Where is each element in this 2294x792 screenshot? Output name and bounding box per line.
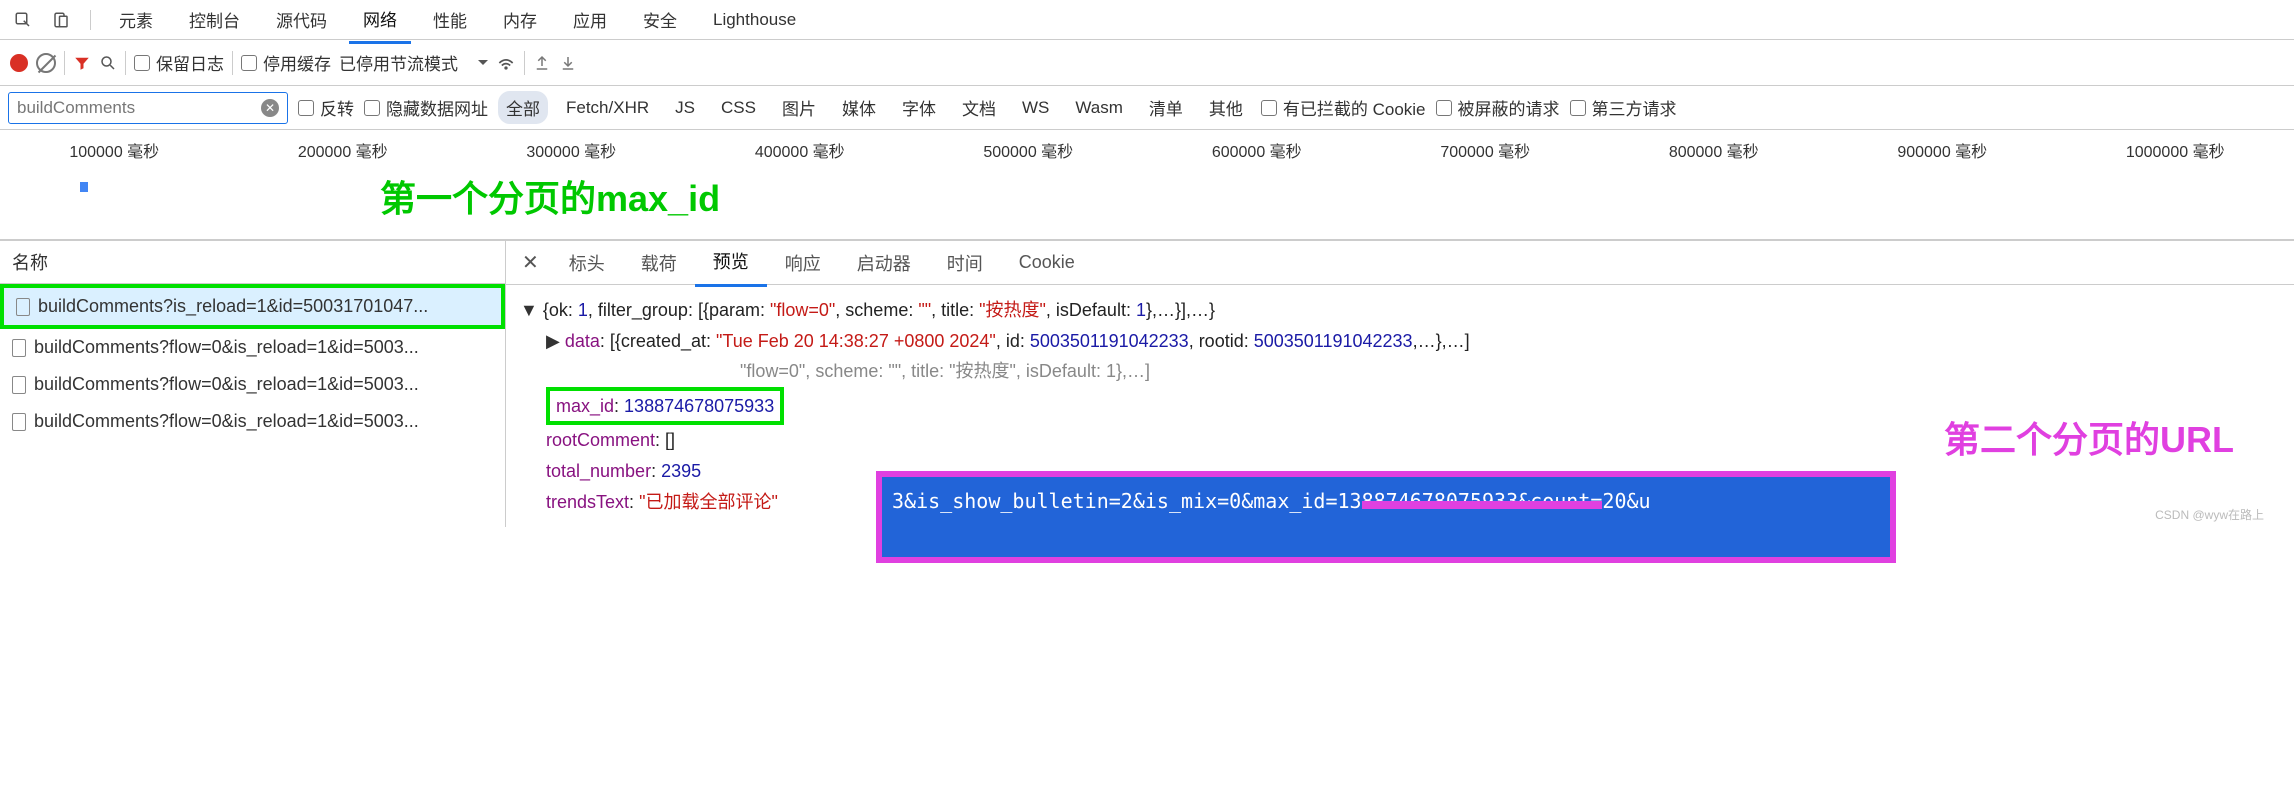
request-detail-panel: ✕ 标头 载荷 预览 响应 启动器 时间 Cookie ▼ {ok: 1, fi… [506, 241, 2294, 527]
filter-font[interactable]: 字体 [894, 91, 944, 124]
blocked-cookies-checkbox[interactable]: 有已拦截的 Cookie [1261, 95, 1426, 120]
url-selection-highlight: 3&is_show_bulletin=2&is_mix=0&max_id=138… [876, 471, 1896, 563]
file-icon [16, 298, 30, 316]
timeline-request-mark [80, 182, 88, 192]
file-icon [12, 339, 26, 357]
filter-img[interactable]: 图片 [774, 91, 824, 124]
request-row[interactable]: buildComments?flow=0&is_reload=1&id=5003… [0, 403, 505, 440]
timeline-label: 800000 毫秒 [1669, 138, 1759, 162]
annotation-first-page-max-id: 第一个分页的max_id [380, 170, 720, 222]
network-toolbar: 保留日志 停用缓存 已停用节流模式 [0, 40, 2294, 86]
throttling-selector[interactable]: 已停用节流模式 [339, 50, 488, 75]
file-icon [12, 413, 26, 431]
timeline-overview[interactable]: 100000 毫秒 200000 毫秒 300000 毫秒 400000 毫秒 … [0, 130, 2294, 240]
record-button-icon[interactable] [10, 54, 28, 72]
request-list-panel: 名称 buildComments?is_reload=1&id=50031701… [0, 241, 506, 527]
search-icon[interactable] [99, 54, 117, 72]
timeline-label: 200000 毫秒 [298, 138, 388, 162]
tab-performance[interactable]: 性能 [419, 0, 481, 42]
watermark: CSDN @wyw在路上 [2155, 506, 2264, 523]
timeline-label: 400000 毫秒 [755, 138, 845, 162]
expand-collapse-icon[interactable]: ▶ [546, 331, 560, 351]
tab-lighthouse[interactable]: Lighthouse [699, 0, 810, 40]
tab-preview[interactable]: 预览 [695, 238, 767, 287]
name-column-header: 名称 [0, 241, 505, 284]
filter-js[interactable]: JS [667, 94, 703, 122]
detail-tabs: ✕ 标头 载荷 预览 响应 启动器 时间 Cookie [506, 241, 2294, 285]
tab-application[interactable]: 应用 [559, 0, 621, 42]
import-har-icon[interactable] [533, 54, 551, 72]
tab-cookie[interactable]: Cookie [1001, 242, 1093, 283]
expand-collapse-icon[interactable]: ▼ [520, 300, 538, 320]
preserve-log-checkbox[interactable]: 保留日志 [134, 50, 224, 75]
tab-timing[interactable]: 时间 [929, 240, 1001, 286]
tab-headers[interactable]: 标头 [551, 240, 623, 286]
disable-cache-checkbox[interactable]: 停用缓存 [241, 50, 331, 75]
request-row[interactable]: buildComments?is_reload=1&id=50031701047… [0, 284, 505, 329]
filter-other[interactable]: 其他 [1201, 91, 1251, 124]
timeline-label: 500000 毫秒 [983, 138, 1073, 162]
hide-data-urls-checkbox[interactable]: 隐藏数据网址 [364, 95, 488, 120]
filter-media[interactable]: 媒体 [834, 91, 884, 124]
filter-bar: buildComments ✕ 反转 隐藏数据网址 全部 Fetch/XHR J… [0, 86, 2294, 130]
file-icon [12, 376, 26, 394]
invert-checkbox[interactable]: 反转 [298, 95, 354, 120]
tab-sources[interactable]: 源代码 [262, 0, 341, 42]
filter-icon[interactable] [73, 54, 91, 72]
separator [524, 51, 525, 75]
chevron-down-icon [478, 60, 488, 65]
max-id-highlight: max_id: 138874678075933 [546, 387, 784, 426]
tab-console[interactable]: 控制台 [175, 0, 254, 42]
timeline-label: 700000 毫秒 [1440, 138, 1530, 162]
tab-network[interactable]: 网络 [349, 0, 411, 44]
timeline-label: 600000 毫秒 [1212, 138, 1302, 162]
clear-filter-icon[interactable]: ✕ [261, 99, 279, 117]
filter-ws[interactable]: WS [1014, 94, 1057, 122]
filter-manifest[interactable]: 清单 [1141, 91, 1191, 124]
request-row[interactable]: buildComments?flow=0&is_reload=1&id=5003… [0, 366, 505, 403]
disable-cache-label: 停用缓存 [263, 50, 331, 75]
separator [232, 51, 233, 75]
filter-input[interactable]: buildComments ✕ [8, 92, 288, 124]
filter-fetch-xhr[interactable]: Fetch/XHR [558, 94, 657, 122]
tab-memory[interactable]: 内存 [489, 0, 551, 42]
network-conditions-icon[interactable] [496, 53, 516, 73]
blocked-requests-checkbox[interactable]: 被屏蔽的请求 [1436, 95, 1560, 120]
tab-elements[interactable]: 元素 [105, 0, 167, 42]
third-party-checkbox[interactable]: 第三方请求 [1570, 95, 1677, 120]
filter-css[interactable]: CSS [713, 94, 764, 122]
filter-wasm[interactable]: Wasm [1067, 94, 1131, 122]
export-har-icon[interactable] [559, 54, 577, 72]
preserve-log-label: 保留日志 [156, 50, 224, 75]
separator [125, 51, 126, 75]
request-row[interactable]: buildComments?flow=0&is_reload=1&id=5003… [0, 329, 505, 366]
timeline-label: 900000 毫秒 [1897, 138, 1987, 162]
inspect-icon[interactable] [8, 7, 38, 33]
annotation-second-page-url: 第二个分页的URL [1944, 411, 2234, 463]
separator [90, 10, 91, 30]
filter-all[interactable]: 全部 [498, 91, 548, 124]
tab-security[interactable]: 安全 [629, 0, 691, 42]
timeline-label: 300000 毫秒 [526, 138, 616, 162]
tab-response[interactable]: 响应 [767, 240, 839, 286]
tab-initiator[interactable]: 启动器 [839, 240, 929, 286]
devtools-tabs: 元素 控制台 源代码 网络 性能 内存 应用 安全 Lighthouse [0, 0, 2294, 40]
close-detail-button[interactable]: ✕ [510, 250, 551, 275]
timeline-label: 100000 毫秒 [69, 138, 159, 162]
tab-payload[interactable]: 载荷 [623, 240, 695, 286]
filter-doc[interactable]: 文档 [954, 91, 1004, 124]
network-split: 名称 buildComments?is_reload=1&id=50031701… [0, 240, 2294, 527]
clear-button-icon[interactable] [36, 53, 56, 73]
device-toggle-icon[interactable] [46, 7, 76, 33]
timeline-label: 1000000 毫秒 [2126, 138, 2225, 162]
separator [64, 51, 65, 75]
